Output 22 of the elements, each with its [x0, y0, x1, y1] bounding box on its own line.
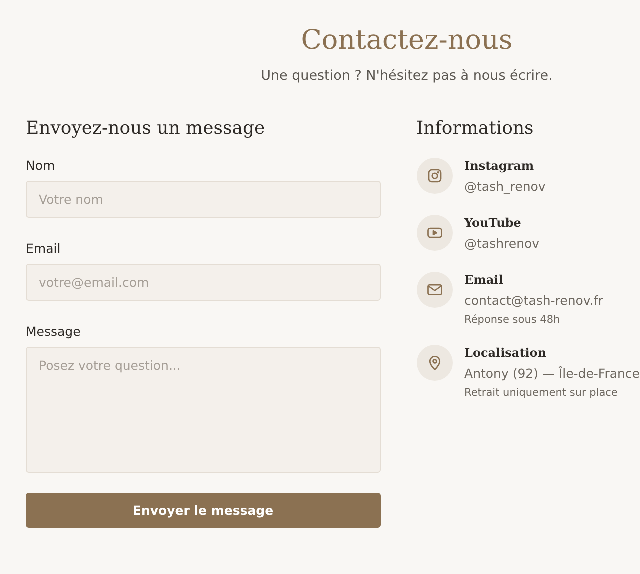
input-field[interactable]: Votre nom — [26, 181, 381, 218]
info-title: Instagram — [464, 158, 536, 174]
send-button[interactable]: Envoyer le message — [26, 493, 381, 528]
info-title: Email — [464, 272, 504, 288]
field-label: Email — [26, 241, 61, 256]
info-value: @tashrenov — [464, 235, 540, 253]
info-value: Antony (92) — Île-de-France — [464, 365, 640, 383]
input-field[interactable]: votre@email.com — [26, 264, 381, 301]
info-note: Retrait uniquement sur place — [464, 387, 619, 399]
message-field[interactable]: Posez votre question... — [26, 347, 381, 473]
section-heading: Envoyez-nous un message — [26, 117, 266, 141]
field-label: Nom — [26, 158, 56, 173]
info-title: Localisation — [464, 345, 548, 361]
field-label: Message — [26, 324, 81, 339]
info-value: @tash_renov — [464, 178, 546, 196]
section-heading: Informations — [416, 117, 535, 141]
info-note: Réponse sous 48h — [464, 314, 562, 326]
instagram-icon — [426, 167, 444, 185]
info-title: YouTube — [464, 215, 522, 231]
page-subtitle: Une question ? N'hésitez pas à nous écrire. — [260, 68, 554, 84]
page-title: Contactez-nous — [300, 24, 514, 58]
info-value: contact@tash-renov.fr — [464, 292, 604, 310]
